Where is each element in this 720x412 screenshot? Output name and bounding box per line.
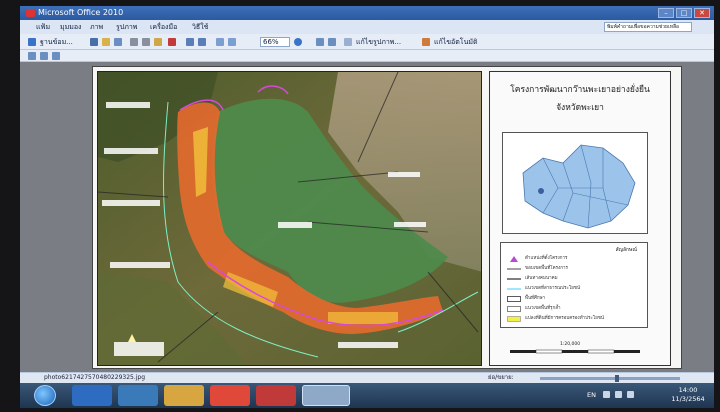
legend-label: แนวเขตพื้นที่รุกล้ำ [525, 306, 561, 311]
menu-tools[interactable]: เครื่องมือ [150, 20, 177, 34]
legend-item-study-area: พื้นที่ศึกษา [507, 295, 643, 303]
share-icon[interactable] [28, 38, 36, 46]
legend-item-project-boundary: ขอบเขตพื้นที่โครงการ [507, 265, 643, 273]
filmstrip-view-icon[interactable] [40, 52, 48, 60]
rotate-left-icon[interactable] [216, 38, 224, 46]
province-map-graphic [522, 144, 636, 229]
close-button[interactable]: ✕ [694, 8, 710, 18]
start-button[interactable] [34, 385, 56, 406]
legend-heading: สัญลักษณ์ [615, 247, 637, 253]
legend-item-encroachment: แนวเขตพื้นที่รุกล้ำ [507, 305, 643, 313]
save-icon[interactable] [90, 38, 98, 46]
network-icon[interactable] [615, 391, 622, 398]
aerial-map [97, 71, 482, 366]
aerial-map-graphic [98, 72, 481, 365]
scale-bar: 1:20,000 [510, 342, 640, 356]
clock[interactable]: 14:00 11/3/2564 [668, 386, 708, 404]
triangle-icon [510, 256, 518, 262]
menu-file[interactable]: แฟ้ม [36, 20, 50, 34]
legend-item-public-land: แนวเขตที่สาธารณประโยชน์ [507, 285, 643, 293]
menu-picture[interactable]: รูปภาพ [116, 20, 137, 34]
map-document: โครงการพัฒนากว๊านพะเยาอย่างยั่งยืน จังหว… [92, 66, 682, 369]
help-search-input[interactable]: พิมพ์คำถามเพื่อขอความช่วยเหลือ [604, 22, 692, 32]
auto-correct-icon[interactable] [422, 38, 430, 46]
delete-icon[interactable] [168, 38, 176, 46]
auto-correct-button[interactable]: แก้ไขอัตโนมัติ [434, 37, 478, 47]
box-symbol [507, 306, 521, 312]
internet-explorer-icon[interactable] [72, 385, 112, 406]
view-toolbar [20, 50, 714, 62]
legend-item-project-location: ตำแหน่งที่ตั้งโครงการ [507, 255, 643, 263]
menu-view[interactable]: มุมมอง [60, 20, 81, 34]
zoom-select[interactable]: 66% [260, 37, 290, 47]
zoom-slider[interactable] [540, 377, 680, 380]
active-window-button[interactable] [302, 385, 350, 406]
actual-size-icon[interactable] [328, 38, 336, 46]
status-bar: photo6217427570480229325.jpg ย่อ/ขยาย: [20, 372, 714, 383]
legend-label: แปลงที่ดินที่มีการครอบครองทำประโยชน์ [525, 316, 604, 321]
screen: Microsoft Office 2010 – □ ✕ แฟ้ม มุมมอง … [20, 6, 714, 408]
monitor-bezel: Microsoft Office 2010 – □ ✕ แฟ้ม มุมมอง … [0, 0, 720, 412]
language-indicator[interactable]: EN [587, 391, 596, 399]
legend-label: ตำแหน่งที่ตั้งโครงการ [525, 256, 568, 261]
file-explorer-icon[interactable] [164, 385, 204, 406]
legend-label: เส้นทางคมนาคม [525, 276, 558, 281]
share-button[interactable]: ฐานข้อม... [40, 37, 73, 47]
panel-title: โครงการพัฒนากว๊านพะเยาอย่างยั่งยืน [510, 85, 650, 95]
volume-icon[interactable] [627, 391, 634, 398]
picture-canvas: โครงการพัฒนากว๊านพะเยาอย่างยั่งยืน จังหว… [20, 62, 714, 372]
clock-date: 11/3/2564 [671, 395, 705, 403]
scale-bar-graphic [510, 349, 640, 354]
undo-icon[interactable] [186, 38, 194, 46]
scale-label: 1:20,000 [560, 342, 581, 347]
taskbar: EN 14:00 11/3/2564 [20, 383, 714, 408]
edit-pictures-icon[interactable] [344, 38, 352, 46]
cut-icon[interactable] [130, 38, 138, 46]
help-icon[interactable] [294, 38, 302, 46]
office-picture-icon[interactable] [256, 385, 296, 406]
zoom-slider-thumb[interactable] [615, 375, 619, 382]
media-player-icon[interactable] [118, 385, 158, 406]
legend-label: พื้นที่ศึกษา [525, 296, 546, 301]
window-title: Microsoft Office 2010 [38, 8, 124, 17]
map-legend: สัญลักษณ์ ตำแหน่งที่ตั้งโครงการ ขอบเขตพื… [500, 242, 648, 328]
office-logo-icon [26, 9, 35, 17]
menu-help[interactable]: วิธีใช้ [192, 20, 208, 34]
title-bar: Microsoft Office 2010 – □ ✕ [20, 6, 714, 20]
panel-subtitle: จังหวัดพะเยา [556, 103, 604, 113]
single-view-icon[interactable] [52, 52, 60, 60]
thumbnail-view-icon[interactable] [28, 52, 36, 60]
copy-icon[interactable] [142, 38, 150, 46]
edit-pictures-button[interactable]: แก้ไขรูปภาพ... [356, 37, 401, 47]
standard-toolbar: ฐานข้อม... 66% แก้ไขรูปภาพ... แก้ไขอัตโน… [20, 34, 714, 50]
rotate-right-icon[interactable] [228, 38, 236, 46]
legend-panel: โครงการพัฒนากว๊านพะเยาอย่างยั่งยืน จังหว… [489, 71, 671, 366]
legend-label: ขอบเขตพื้นที่โครงการ [525, 266, 568, 271]
flag-icon[interactable] [603, 391, 610, 398]
maximize-button[interactable]: □ [676, 8, 692, 18]
line-symbol [507, 278, 521, 280]
minimize-button[interactable]: – [658, 8, 674, 18]
line-symbol [507, 288, 521, 290]
chrome-icon[interactable] [210, 385, 250, 406]
file-name: photo6217427570480229325.jpg [44, 374, 146, 381]
box-symbol [507, 296, 521, 302]
redo-icon[interactable] [198, 38, 206, 46]
open-icon[interactable] [102, 38, 110, 46]
legend-item-roads: เส้นทางคมนาคม [507, 275, 643, 283]
legend-item-occupied-parcels: แปลงที่ดินที่มีการครอบครองทำประโยชน์ [507, 315, 643, 323]
location-inset-map [502, 132, 648, 234]
print-icon[interactable] [114, 38, 122, 46]
line-symbol [507, 268, 521, 270]
clock-time: 14:00 [678, 386, 698, 394]
legend-label: แนวเขตที่สาธารณประโยชน์ [525, 286, 581, 291]
zoom-label: ย่อ/ขยาย: [488, 374, 514, 381]
box-symbol [507, 316, 521, 322]
menu-image[interactable]: ภาพ [90, 20, 103, 34]
fit-icon[interactable] [316, 38, 324, 46]
paste-icon[interactable] [154, 38, 162, 46]
